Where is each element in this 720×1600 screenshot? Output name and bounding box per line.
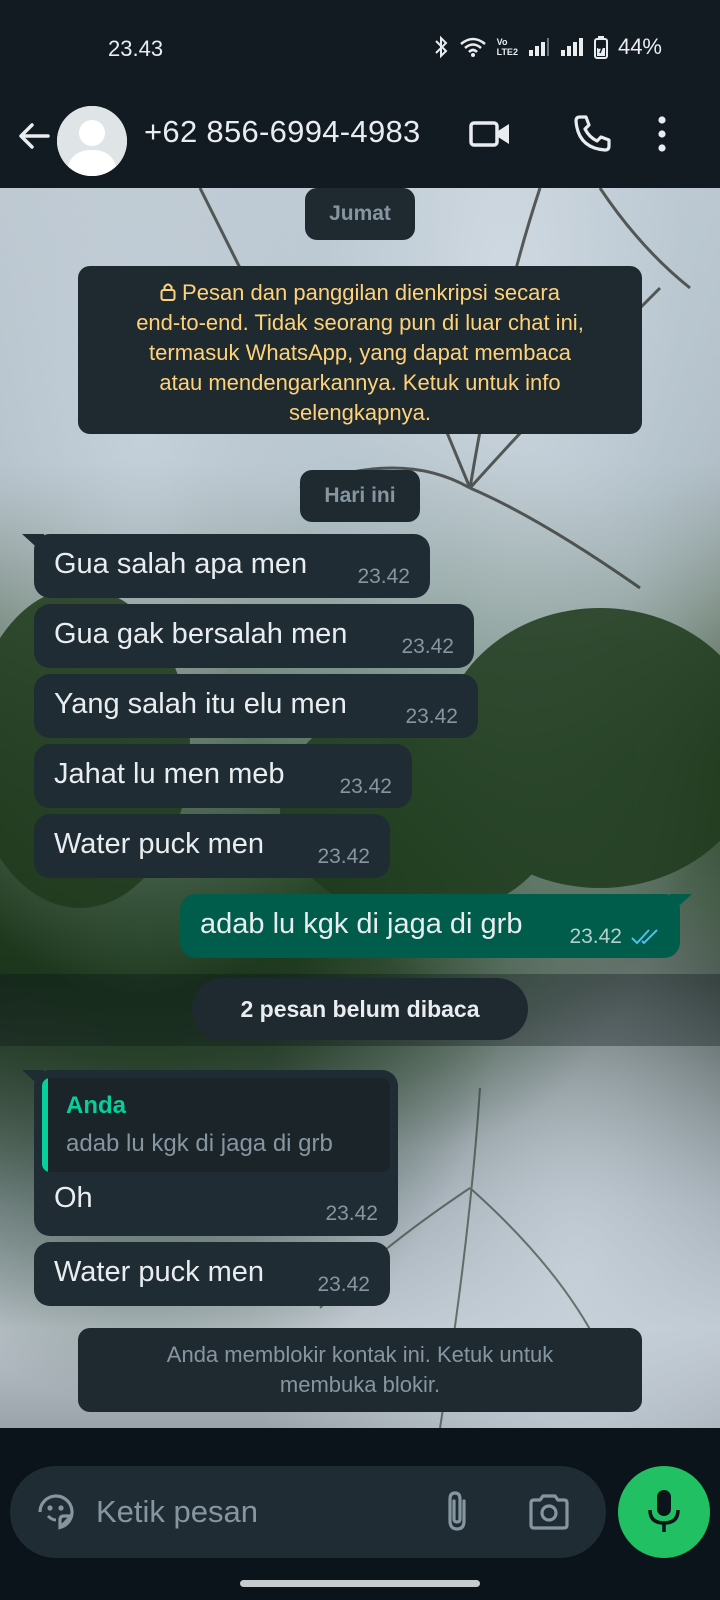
unread-label: 2 pesan belum dibaca [240,996,480,1022]
back-arrow-icon[interactable] [14,116,54,156]
bluetooth-icon [434,35,448,59]
date-pill-today-label: Hari ini [324,484,396,507]
message-text: Gua gak bersalah men [54,618,348,650]
bubble-tail [670,894,692,914]
avatar[interactable] [57,106,127,176]
mic-button[interactable] [618,1466,710,1558]
unread-pill: 2 pesan belum dibaca [192,978,528,1040]
chat-header: +62 856-6994-4983 [0,94,720,188]
default-avatar-icon [57,106,127,176]
message-out[interactable]: adab lu kgk di jaga di grb 23.42 [180,894,692,958]
battery-icon [593,36,608,59]
voice-call-icon[interactable] [570,112,614,156]
quote-text: adab lu kgk di jaga di grb [66,1130,333,1157]
encryption-text-1: Pesan dan panggilan dienkripsi secara [182,280,560,305]
blocked-line-2: membuka blokir. [279,1372,441,1397]
battery-percent: 44% [617,34,662,59]
quote-author: Anda [66,1092,126,1119]
date-pill-today: Hari ini [300,470,420,522]
message-text: Water puck men [54,828,265,860]
lock-icon [160,283,176,301]
message-time: 23.42 [317,1273,370,1296]
date-pill-friday-label: Jumat [329,202,391,225]
message-time: 23.42 [317,845,370,868]
more-options-icon[interactable] [652,112,672,156]
signal-1-icon [528,38,549,56]
bubble-tail [22,1070,44,1090]
volte-bottom-label: LTE2 [496,47,518,57]
volte-icon: Vo LTE2 [497,37,518,57]
message-in[interactable]: Water puck men 23.42 [34,1242,390,1306]
quote-bar [42,1078,48,1172]
read-receipt-icon [631,929,658,945]
message-time: 23.42 [357,565,410,588]
status-icons: Vo LTE2 44% [433,34,662,60]
status-bar: 23.43 Vo LTE2 44% [0,0,720,94]
wifi-icon [459,37,486,57]
message-in-reply[interactable]: Anda adab lu kgk di jaga di grb Oh 23.42 [22,1070,398,1236]
message-in[interactable]: Gua salah apa men 23.42 [22,534,430,598]
message-input[interactable]: Ketik pesan [96,1494,258,1530]
message-in[interactable]: Yang salah itu elu men 23.42 [34,674,478,738]
bubble-tail [22,534,44,554]
message-in[interactable]: Jahat lu men meb 23.42 [34,744,412,808]
quoted-message[interactable]: Anda adab lu kgk di jaga di grb [42,1078,390,1172]
message-text: Water puck men [54,1256,265,1288]
message-time: 23.42 [401,635,454,658]
camera-icon[interactable] [528,1493,570,1531]
date-pill-friday: Jumat [305,188,415,240]
message-time: 23.42 [339,775,392,798]
status-time: 23.43 [108,36,164,61]
message-text: Yang salah itu elu men [54,688,347,720]
message-time: 23.42 [405,705,458,728]
contact-name[interactable]: +62 856-6994-4983 [144,114,421,150]
message-text: Gua salah apa men [54,548,308,580]
message-time: 23.42 [569,925,622,948]
message-text: adab lu kgk di jaga di grb [200,908,523,940]
sticker-icon[interactable] [34,1490,78,1534]
encryption-line-5: selengkapnya. [289,400,431,425]
volte-top-label: Vo [496,37,508,47]
unread-banner: 2 pesan belum dibaca [0,974,720,1046]
message-time: 23.42 [325,1202,378,1225]
encryption-line-1: Pesan dan panggilan dienkripsi secara [78,278,642,308]
blocked-notice[interactable]: Anda memblokir kontak ini. Ketuk untuk m… [78,1328,642,1412]
message-in[interactable]: Water puck men 23.42 [34,814,390,878]
blocked-line-1: Anda memblokir kontak ini. Ketuk untuk [166,1342,554,1367]
message-input-bar[interactable]: Ketik pesan [10,1466,606,1558]
encryption-line-2: end-to-end. Tidak seorang pun di luar ch… [136,310,584,335]
home-indicator[interactable] [240,1580,480,1587]
message-text: Oh [54,1182,93,1214]
message-in[interactable]: Gua gak bersalah men 23.42 [34,604,474,668]
mic-icon [648,1490,680,1532]
attach-icon[interactable] [442,1489,472,1535]
encryption-notice[interactable]: Pesan dan panggilan dienkripsi secara en… [78,266,642,434]
chat-area[interactable]: Jumat Pesan dan panggilan dienkripsi sec… [0,188,720,1428]
signal-2-icon [560,38,583,56]
video-call-icon[interactable] [468,112,512,156]
message-text: Jahat lu men meb [54,758,285,790]
encryption-line-4: atau mendengarkannya. Ketuk untuk info [159,370,561,395]
encryption-line-3: termasuk WhatsApp, yang dapat membaca [149,340,571,365]
